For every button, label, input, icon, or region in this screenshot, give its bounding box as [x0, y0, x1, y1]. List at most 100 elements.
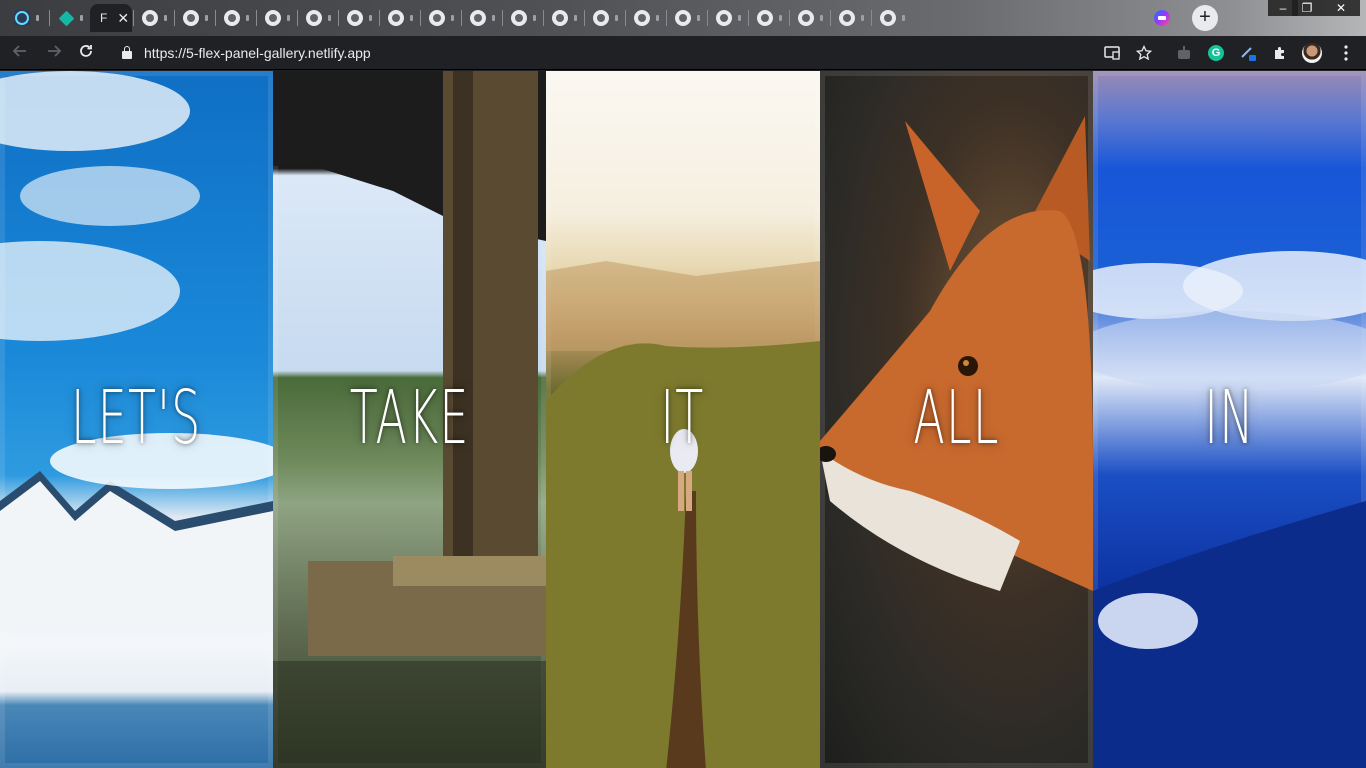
tab-strip: F ✕ + – ❐ ✕ [0, 0, 1366, 36]
tab-globe[interactable] [134, 4, 172, 32]
globe-icon [429, 10, 445, 26]
tab-globe[interactable] [462, 4, 500, 32]
tab-globe[interactable] [380, 4, 418, 32]
back-button[interactable] [8, 41, 32, 65]
tab-title-fragment [451, 15, 454, 21]
tab-react[interactable] [6, 4, 46, 32]
tab-title-fragment [164, 15, 167, 21]
tab-title-fragment [902, 15, 905, 21]
tab-title-fragment [205, 15, 208, 21]
tab-title-fragment [820, 15, 823, 21]
panel-word: ALL [913, 374, 1000, 461]
extension-robot-icon[interactable] [1174, 43, 1194, 63]
new-tab-button[interactable]: + [1192, 5, 1218, 31]
tab-title-fragment [861, 15, 864, 21]
pen-extension-icon[interactable] [1238, 43, 1258, 63]
tab-active[interactable]: F ✕ [90, 4, 132, 32]
globe-icon [757, 10, 773, 26]
panel-word: IT [660, 374, 706, 461]
restore-button[interactable]: ❐ [1292, 0, 1322, 16]
globe-icon [142, 10, 158, 26]
tab-title-fragment [246, 15, 249, 21]
browser-toolbar: https://5-flex-panel-gallery.netlify.app… [0, 36, 1366, 70]
flex-panel-gallery: LET'S TAKE IT ALL IN [0, 71, 1366, 768]
tab-globe[interactable] [626, 4, 664, 32]
url-text[interactable]: https://5-flex-panel-gallery.netlify.app [144, 45, 371, 61]
tab-globe[interactable] [708, 4, 746, 32]
globe-icon [265, 10, 281, 26]
tab-globe[interactable] [298, 4, 336, 32]
panel-1[interactable]: LET'S [0, 71, 274, 768]
tab-globe[interactable] [216, 4, 254, 32]
tab-close-icon[interactable]: ✕ [117, 10, 129, 27]
tab-title-fragment [369, 15, 372, 21]
globe-icon [552, 10, 568, 26]
grammarly-icon[interactable]: G [1206, 43, 1226, 63]
panel-word: IN [1204, 374, 1255, 461]
tab-title-fragment [533, 15, 536, 21]
tab-title-fragment [36, 15, 39, 21]
tab-title-fragment [574, 15, 577, 21]
tab-globe[interactable] [175, 4, 213, 32]
tab-diamond[interactable] [50, 4, 88, 32]
panel-4[interactable]: ALL [819, 71, 1093, 768]
panel-3[interactable]: IT [546, 71, 820, 768]
arrow-right-icon [48, 45, 62, 57]
reload-button[interactable] [74, 41, 98, 65]
globe-icon [839, 10, 855, 26]
tab-title-fragment [410, 15, 413, 21]
tab-globe[interactable] [257, 4, 295, 32]
globe-icon [634, 10, 650, 26]
globe-icon [880, 10, 896, 26]
diamond-icon [58, 10, 74, 26]
tab-title-fragment [697, 15, 700, 21]
tab-title-fragment [80, 15, 83, 21]
globe-icon [716, 10, 732, 26]
tab-title-fragment [328, 15, 331, 21]
tab-title-fragment [287, 15, 290, 21]
chrome-menu-icon[interactable] [1336, 43, 1356, 63]
cast-icon[interactable] [1102, 43, 1122, 63]
lock-icon [122, 46, 132, 59]
bookmark-star-icon[interactable] [1134, 43, 1154, 63]
avatar [1302, 43, 1322, 63]
address-bar[interactable]: https://5-flex-panel-gallery.netlify.app [110, 39, 1132, 67]
tab-globe[interactable] [503, 4, 541, 32]
globe-icon [388, 10, 404, 26]
globe-icon [347, 10, 363, 26]
tab-title-fragment [656, 15, 659, 21]
tab-globe[interactable] [339, 4, 377, 32]
tab-globe[interactable] [585, 4, 623, 32]
tab-globe[interactable] [421, 4, 459, 32]
reload-icon [80, 45, 92, 57]
panel-word: TAKE [349, 374, 470, 461]
profile-avatar[interactable] [1302, 43, 1322, 63]
globe-icon [470, 10, 486, 26]
panel-2[interactable]: TAKE [273, 71, 547, 768]
panel-word: LET'S [71, 374, 202, 461]
globe-icon [511, 10, 527, 26]
tab-globe[interactable] [749, 4, 787, 32]
extensions-puzzle-icon[interactable] [1270, 43, 1290, 63]
globe-icon [593, 10, 609, 26]
globe-icon [675, 10, 691, 26]
tab-globe[interactable] [667, 4, 705, 32]
tab-title-fragment [779, 15, 782, 21]
tab-globe[interactable] [831, 4, 869, 32]
globe-icon [798, 10, 814, 26]
react-icon [14, 10, 30, 26]
messenger-icon [1154, 10, 1170, 26]
tab-title-fragment [738, 15, 741, 21]
tab-globe[interactable] [544, 4, 582, 32]
close-window-button[interactable]: ✕ [1322, 0, 1360, 16]
panel-5[interactable]: IN [1092, 71, 1366, 768]
arrow-left-icon [12, 45, 26, 57]
globe-icon [306, 10, 322, 26]
forward-button[interactable] [42, 41, 66, 65]
tab-globe[interactable] [872, 4, 910, 32]
tab-globe[interactable] [790, 4, 828, 32]
globe-icon [183, 10, 199, 26]
tab-title-fragment [492, 15, 495, 21]
tab-messenger[interactable] [1146, 4, 1182, 32]
globe-icon [224, 10, 240, 26]
